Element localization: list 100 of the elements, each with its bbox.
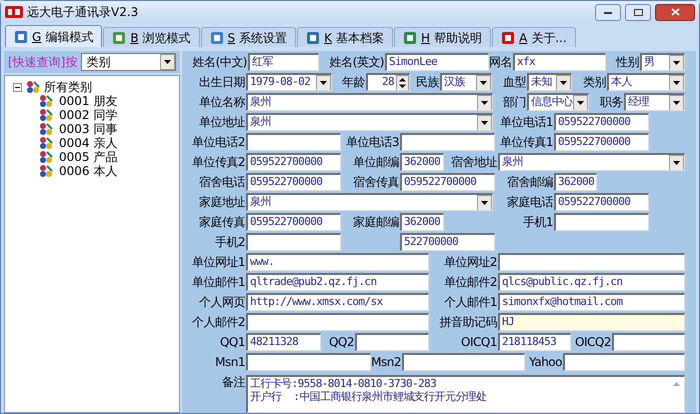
field-label: 宿舍邮编: [507, 174, 553, 191]
field-label: 个人网页: [199, 294, 245, 311]
field-label: 单位电话1: [500, 114, 553, 131]
minimize-button[interactable]: [595, 4, 621, 20]
field-label: 手机2: [214, 234, 245, 251]
caret-icon: [316, 75, 331, 90]
caret-icon: [573, 95, 588, 110]
input-field[interactable]: 362000: [554, 173, 597, 191]
category-node-icon: [39, 150, 53, 164]
tab-icon: [403, 30, 418, 44]
dropdown-field[interactable]: 泉州: [246, 113, 493, 131]
input-field[interactable]: 059522700000: [554, 193, 649, 211]
input-field[interactable]: [498, 253, 685, 271]
category-dropdown[interactable]: 类别: [81, 53, 176, 71]
input-field[interactable]: 059522700000: [554, 113, 649, 131]
field-label: 类别: [583, 74, 606, 91]
input-field[interactable]: 红军: [248, 53, 319, 71]
tab[interactable]: K 基本档案: [297, 27, 394, 47]
input-field[interactable]: 059522700000: [400, 173, 495, 191]
input-field[interactable]: 522700000: [400, 233, 495, 251]
dropdown-field[interactable]: 本人: [607, 73, 685, 91]
field-label: 民族: [416, 74, 439, 91]
input-field[interactable]: [612, 333, 685, 351]
field-label: 单位传真1: [500, 134, 553, 151]
input-field[interactable]: [246, 353, 371, 371]
input-field[interactable]: 059522700000: [246, 213, 341, 231]
tab[interactable]: S 系统设置: [200, 27, 296, 47]
category-node-icon: [26, 80, 40, 94]
input-field[interactable]: [355, 333, 429, 351]
field-label: Msn1: [215, 354, 245, 371]
caret-icon: [476, 75, 491, 90]
field-label: 个人邮件2: [192, 314, 245, 331]
dropdown-field[interactable]: 泉州: [246, 193, 493, 211]
tab-icon: [306, 30, 320, 44]
caret-icon: [160, 54, 175, 70]
input-field[interactable]: 218118453: [498, 333, 571, 351]
input-field[interactable]: [563, 353, 685, 371]
field-label: 单位邮件2: [444, 274, 497, 291]
field-label: 单位名称: [199, 94, 245, 111]
input-field[interactable]: simonxfx@hotmail.com: [498, 293, 685, 311]
dropdown-field[interactable]: 汉族: [440, 73, 492, 91]
input-field[interactable]: http://www.xmsx.com/sx: [246, 293, 429, 311]
caret-icon: [669, 95, 684, 110]
input-field[interactable]: xfx: [513, 53, 606, 71]
input-field[interactable]: SimonLee: [385, 53, 489, 71]
window-title: 远大电子通讯录V2.3: [27, 4, 138, 21]
dropdown-field[interactable]: 信息中心: [527, 93, 589, 111]
close-button[interactable]: [655, 4, 695, 20]
caret-icon: [477, 95, 492, 110]
tab[interactable]: H 帮助说明: [394, 27, 492, 47]
field-label: 单位网址1: [192, 254, 245, 271]
field-label: 网名: [489, 54, 512, 71]
dropdown-field[interactable]: 经理: [624, 93, 685, 111]
field-label: 职务: [600, 94, 623, 111]
input-field[interactable]: [246, 233, 341, 251]
tab[interactable]: A 关于...: [492, 27, 576, 47]
dropdown-field[interactable]: 泉州: [498, 153, 685, 171]
input-field[interactable]: 362000: [400, 213, 444, 231]
expander-icon[interactable]: [13, 82, 22, 92]
tab[interactable]: G 编辑模式: [5, 25, 102, 47]
input-field[interactable]: www.: [246, 253, 429, 271]
field-label: 个人邮件1: [444, 294, 497, 311]
input-field[interactable]: 362000: [400, 153, 444, 171]
field-label: 家庭地址: [199, 194, 245, 211]
category-node-icon: [39, 94, 53, 108]
input-field[interactable]: qltrade@pub2.qz.fj.cn: [246, 273, 429, 291]
input-field[interactable]: 059522700000: [246, 153, 341, 171]
input-field[interactable]: [402, 353, 525, 371]
tab-icon: [112, 30, 126, 44]
input-field[interactable]: [246, 133, 341, 151]
field-label: 性别: [616, 54, 639, 71]
dropdown-field[interactable]: 1979-08-02: [246, 73, 332, 91]
category-node-icon: [39, 136, 53, 150]
input-field[interactable]: 059522700000: [554, 133, 649, 151]
tab[interactable]: B 浏览模式: [103, 27, 200, 47]
dropdown-field[interactable]: 男: [640, 53, 685, 71]
input-field[interactable]: [400, 133, 495, 151]
field-label: 单位电话3: [346, 134, 399, 151]
field-label: QQ2: [328, 334, 354, 351]
spin-field[interactable]: 28: [366, 73, 410, 91]
category-node-icon: [39, 122, 53, 136]
dropdown-field[interactable]: 未知: [527, 73, 572, 91]
field-label: 拼音助记码: [440, 314, 497, 331]
field-label: 备注: [222, 374, 245, 391]
input-field[interactable]: qlcs@public.qz.fj.cn: [498, 273, 685, 291]
notes-field[interactable]: 工行卡号:9558-8014-0810-3730-283 开户行 :中国工商银行泉州市鲤城支行开元分理处: [246, 375, 685, 413]
field-label: 宿舍传真: [353, 174, 399, 191]
tab-icon: [14, 30, 28, 44]
caret-icon: [669, 55, 684, 70]
minimize-icon: [604, 10, 612, 14]
dropdown-field[interactable]: 泉州: [246, 93, 493, 111]
input-field[interactable]: [554, 213, 649, 231]
field-label: 手机1: [522, 214, 553, 231]
input-field[interactable]: HJ: [498, 313, 685, 331]
field-label: 单位地址: [199, 114, 245, 131]
category-node-icon: [39, 164, 53, 178]
input-field[interactable]: 48211328: [246, 333, 321, 351]
input-field[interactable]: 059522700000: [246, 173, 341, 191]
input-field[interactable]: [246, 313, 429, 331]
maximize-button[interactable]: [625, 4, 651, 20]
